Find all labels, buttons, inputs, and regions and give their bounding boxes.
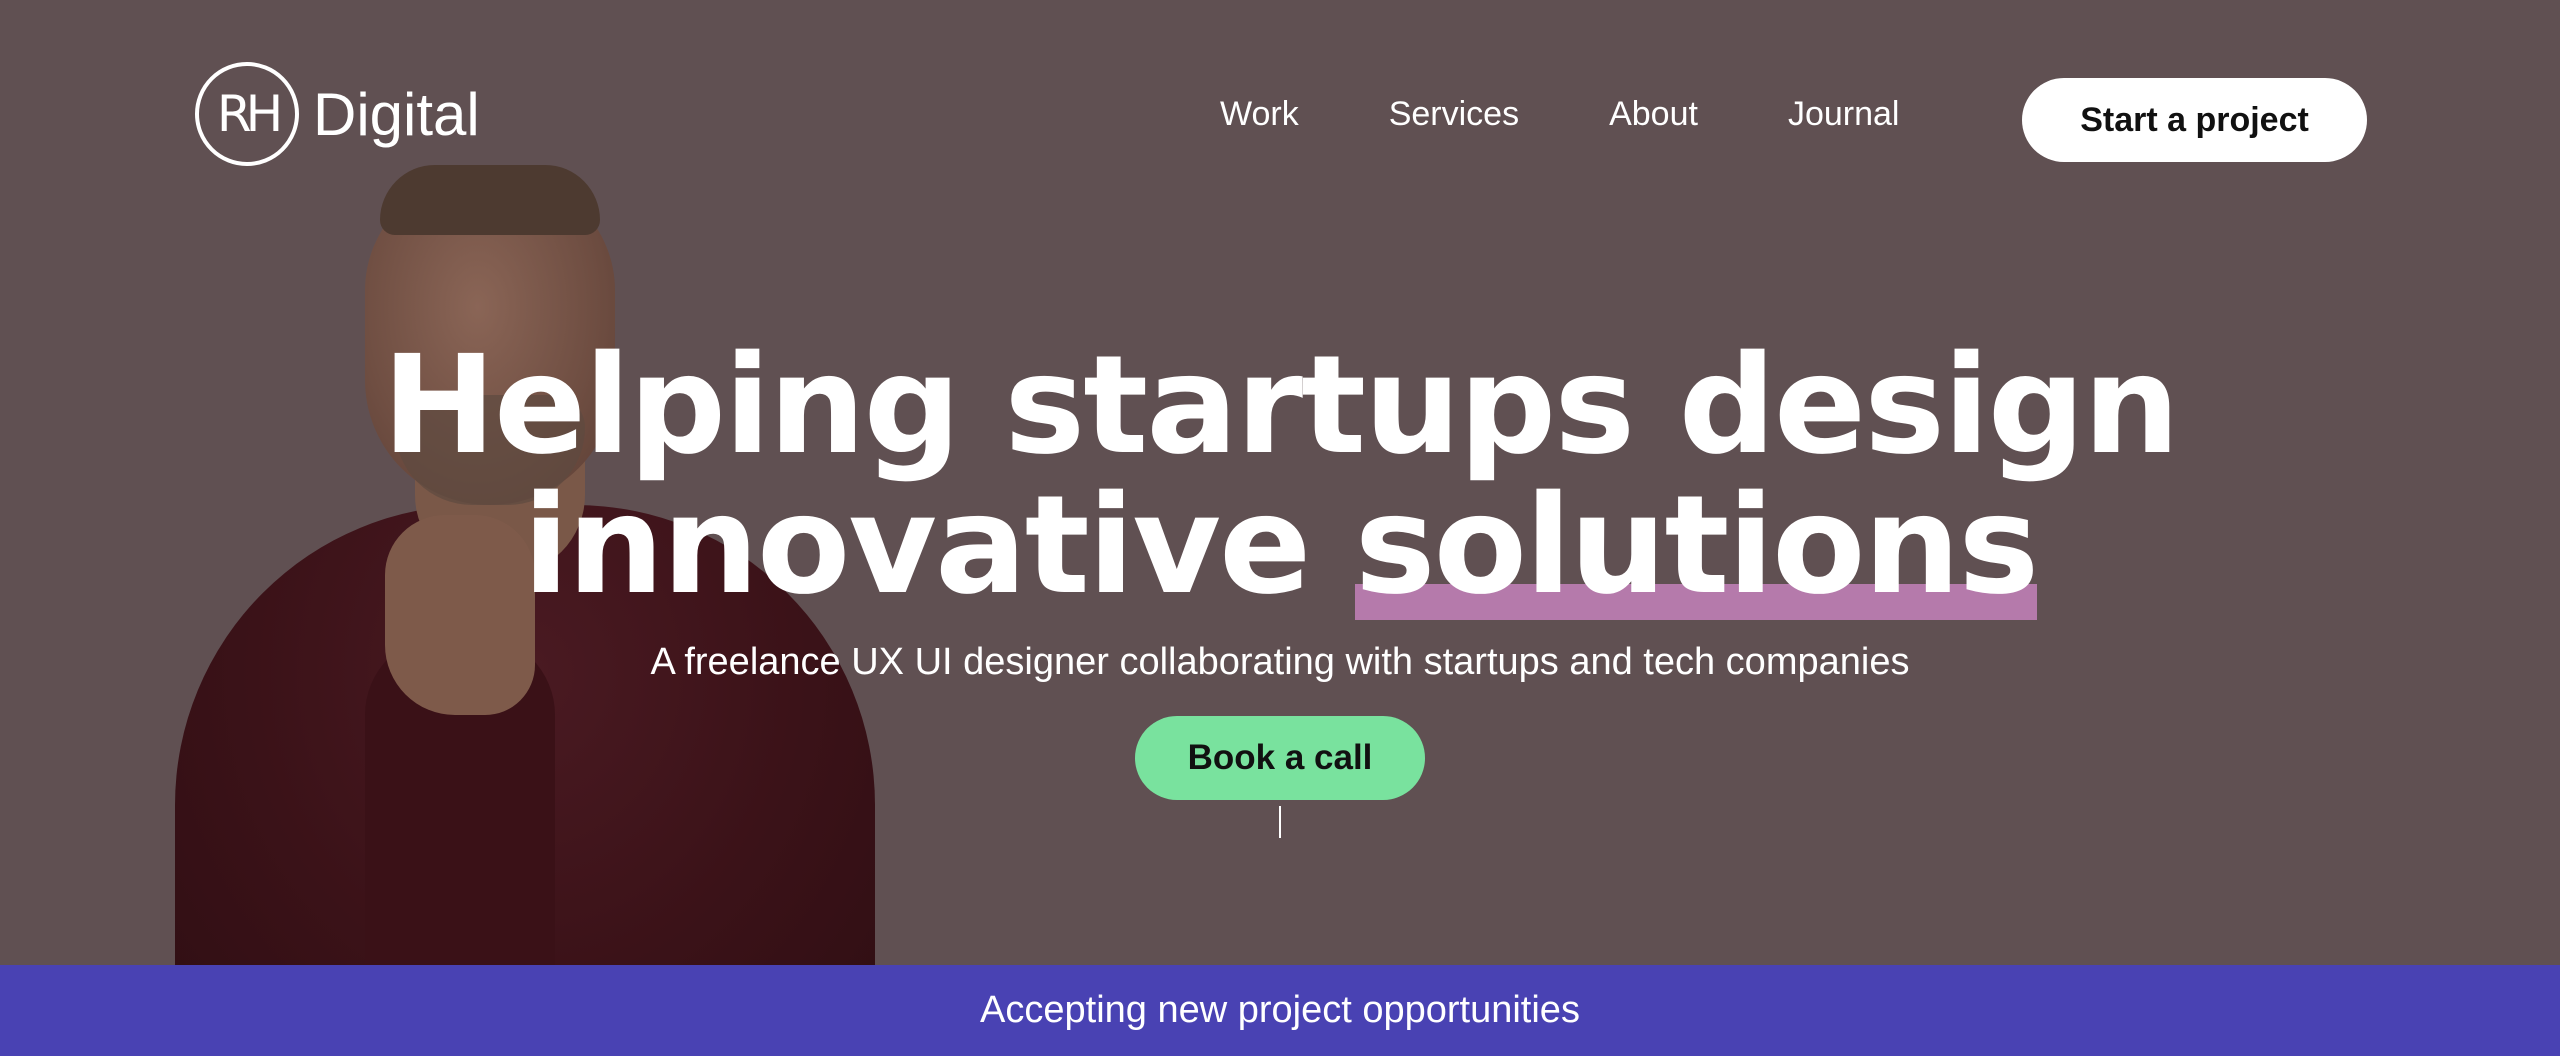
start-project-button[interactable]: Start a project (2022, 78, 2367, 162)
headline-line-2: innovative solutions (0, 467, 2560, 626)
hero-subheadline: A freelance UX UI designer collaborating… (650, 641, 1910, 683)
logo-mark-icon: RH (195, 62, 299, 166)
portrait-hair (380, 165, 600, 235)
main-nav: Work Services About Journal (1220, 95, 1899, 134)
book-call-button[interactable]: Book a call (1135, 716, 1425, 800)
nav-item-about[interactable]: About (1609, 95, 1698, 134)
headline-highlight-word: solutions (1354, 467, 2039, 626)
page: RH Digital Work Services About Journal S… (0, 0, 2560, 1056)
hero-headline: Helping startups design innovative solut… (0, 327, 2560, 626)
nav-item-services[interactable]: Services (1389, 95, 1519, 134)
banner-text: Accepting new project opportunities (980, 989, 1580, 1031)
nav-item-work[interactable]: Work (1220, 95, 1299, 134)
headline-plain-text: innovative (522, 467, 1355, 626)
availability-banner: Accepting new project opportunities (0, 965, 2560, 1056)
nav-item-journal[interactable]: Journal (1788, 95, 1900, 134)
logo[interactable]: RH Digital (195, 62, 480, 166)
logo-text: Digital (313, 80, 480, 148)
scroll-indicator (1279, 806, 1281, 838)
headline-line-1: Helping startups design (382, 327, 2180, 486)
